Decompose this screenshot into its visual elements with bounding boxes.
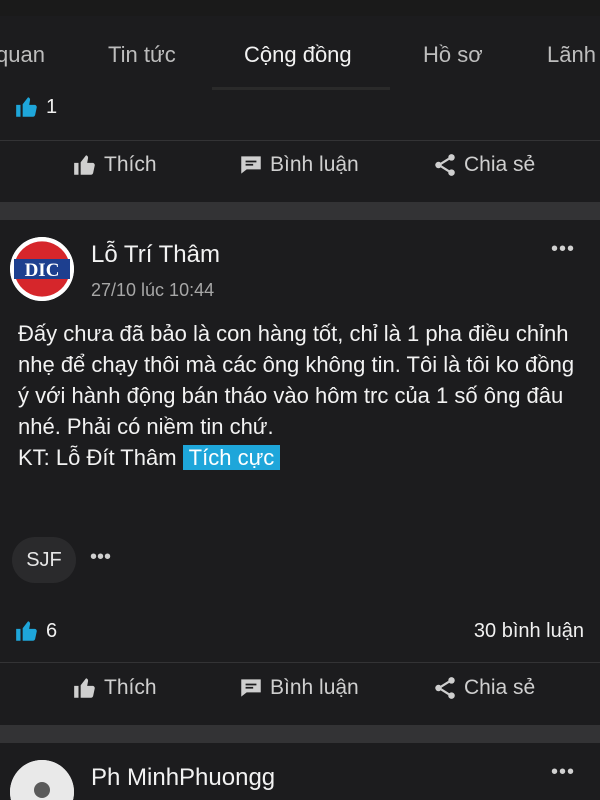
tab-profile[interactable]: Hồ sơ [423,42,483,68]
tab-news[interactable]: Tin tức [108,42,176,68]
prev-like-summary[interactable]: 1 [14,94,57,120]
share-icon [435,154,455,176]
thumbs-up-icon [74,155,95,175]
post-timestamp: 27/10 lúc 10:44 [91,280,215,300]
post-separator [0,725,600,743]
active-tab-indicator [212,87,390,90]
share-label: Chia sẻ [464,153,536,176]
comment-button[interactable]: Bình luận [238,152,359,178]
share-button[interactable]: Chia sẻ [432,675,535,701]
comment-icon [241,156,261,174]
stock-tag-chip[interactable]: SJF [12,537,76,583]
sentiment-badge: Tích cực [182,445,281,470]
like-count: 6 [46,619,58,642]
like-filled-icon [16,621,37,641]
like-label: Thích [104,153,157,176]
comment-icon [241,679,261,697]
divider [0,662,600,663]
comment-label: Bình luận [270,676,359,699]
avatar[interactable]: DIC [10,237,74,301]
user-photo-icon [10,760,74,800]
tab-leaders[interactable]: Lãnh [547,42,596,68]
comment-label: Bình luận [270,153,359,176]
prev-post-actions: Thích Bình luận Chia sẻ [0,152,600,192]
post-separator [0,202,600,220]
next-post-author[interactable]: Ph MinhPhuongg [91,764,275,792]
like-label: Thích [104,676,157,699]
tab-community[interactable]: Cộng đồng [244,42,352,68]
comment-count[interactable]: 30 bình luận [474,620,584,643]
post-body-text: Đấy chưa đã bảo là con hàng tốt, chỉ là … [18,321,575,439]
like-filled-icon [16,97,37,117]
next-post-more-button[interactable]: ••• [551,761,575,784]
post-actions: Thích Bình luận Chia sẻ [0,675,600,715]
post-body: Đấy chưa đã bảo là con hàng tốt, chỉ là … [18,318,588,473]
tab-bar: quan Tin tức Cộng đồng Hồ sơ Lãnh [0,16,600,90]
share-button[interactable]: Chia sẻ [432,152,535,178]
post-author[interactable]: Lỗ Trí Thâm [91,241,220,269]
dic-logo-icon: DIC [10,237,74,301]
like-button[interactable]: Thích [72,675,157,701]
share-label: Chia sẻ [464,676,536,699]
post-more-button[interactable]: ••• [551,238,575,261]
top-strip [0,0,600,16]
like-button[interactable]: Thích [72,152,157,178]
svg-text:DIC: DIC [25,260,60,281]
avatar[interactable] [10,760,74,800]
thumbs-up-icon [74,678,95,698]
share-icon [435,677,455,699]
like-summary[interactable]: 6 [14,618,57,644]
tab-overview[interactable]: quan [0,42,45,68]
tag-more-button[interactable]: ••• [90,546,111,569]
divider [0,140,600,141]
comment-button[interactable]: Bình luận [238,675,359,701]
post-signature: KT: Lỗ Đít Thâm [18,445,177,470]
prev-like-count: 1 [46,95,58,118]
